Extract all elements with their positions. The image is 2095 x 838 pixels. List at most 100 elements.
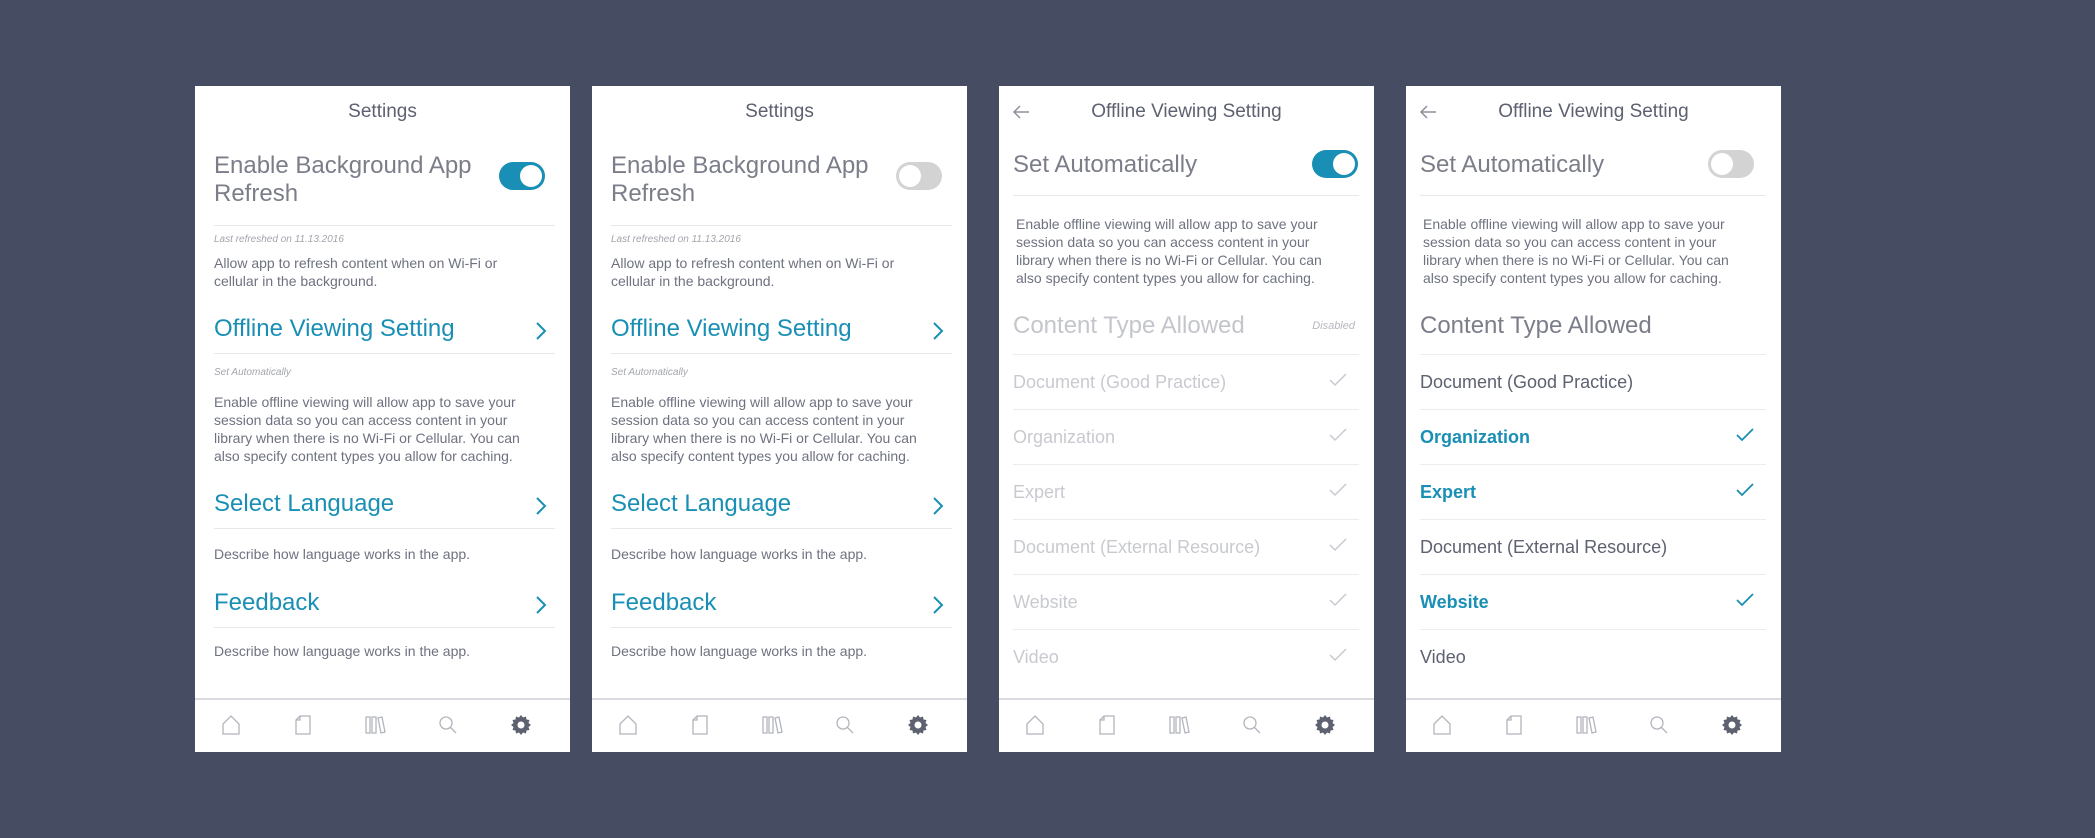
home-icon[interactable] — [1430, 713, 1454, 737]
background-refresh-label: Enable Background App Refresh — [611, 152, 869, 207]
content-type-label: Website — [1420, 592, 1489, 612]
divider — [611, 627, 952, 628]
set-automatically-label: Set Automatically — [1013, 151, 1198, 178]
checkmark-icon — [1329, 648, 1347, 662]
divider — [214, 353, 555, 354]
content-type-item[interactable]: Document (Good Practice) — [1420, 354, 1766, 409]
background-refresh-toggle[interactable] — [499, 162, 545, 190]
divider — [1420, 195, 1766, 196]
document-icon[interactable] — [1502, 713, 1526, 737]
content-type-label: Document (Good Practice) — [1013, 372, 1227, 392]
gear-icon[interactable] — [1313, 713, 1337, 737]
tab-bar — [592, 698, 967, 752]
content-type-list: Document (Good Practice) Organization Ex… — [1013, 354, 1359, 684]
background-refresh-description: Allow app to refresh content when on Wi-… — [611, 255, 895, 289]
library-icon[interactable] — [1574, 713, 1598, 737]
checkmark-icon — [1329, 373, 1347, 387]
select-language-link[interactable]: Select Language — [214, 484, 555, 528]
content-type-item[interactable]: Video — [1420, 629, 1766, 684]
checkmark-icon — [1329, 428, 1347, 442]
home-icon[interactable] — [616, 713, 640, 737]
content-type-label: Document (External Resource) — [1013, 537, 1261, 557]
page-title: Offline Viewing Setting — [1091, 101, 1282, 122]
divider — [1013, 195, 1359, 196]
search-icon[interactable] — [1240, 713, 1264, 737]
content-type-label: Expert — [1013, 482, 1066, 502]
offline-viewing-status-note: Set Automatically — [611, 367, 688, 378]
search-icon[interactable] — [833, 713, 857, 737]
document-icon[interactable] — [1095, 713, 1119, 737]
offline-viewing-setting-link[interactable]: Offline Viewing Setting — [214, 309, 555, 353]
chevron-right-icon — [933, 596, 944, 614]
gear-icon[interactable] — [906, 713, 930, 737]
content-type-list: Document (Good Practice) Organization Ex… — [1420, 354, 1766, 684]
content-type-label: Document (External Resource) — [1420, 537, 1668, 557]
content-type-item[interactable]: Video — [1013, 629, 1359, 684]
offline-viewing-setting-label: Offline Viewing Setting — [611, 315, 852, 342]
language-description: Describe how language works in the app. — [214, 546, 471, 562]
search-icon[interactable] — [1647, 713, 1671, 737]
language-description: Describe how language works in the app. — [611, 546, 868, 562]
checkmark-icon — [1329, 538, 1347, 552]
content-type-item[interactable]: Document (External Resource) — [1420, 519, 1766, 574]
offline-viewing-description: Enable offline viewing will allow app to… — [1016, 216, 1322, 286]
library-icon[interactable] — [363, 713, 387, 737]
divider — [214, 225, 555, 226]
offline-viewing-description: Enable offline viewing will allow app to… — [611, 394, 917, 464]
select-language-label: Select Language — [611, 490, 792, 517]
checkmark-icon — [1736, 428, 1754, 442]
offline-viewing-screen-auto-on: Offline Viewing Setting Set Automaticall… — [999, 86, 1374, 752]
toggle-knob — [1711, 153, 1733, 175]
feedback-description: Describe how language works in the app. — [214, 643, 471, 659]
feedback-link[interactable]: Feedback — [611, 583, 952, 627]
content-type-label: Organization — [1013, 427, 1116, 447]
content-type-header: Content Type Allowed — [1013, 312, 1245, 339]
offline-viewing-setting-link[interactable]: Offline Viewing Setting — [611, 309, 952, 353]
content-type-label: Website — [1013, 592, 1078, 612]
divider — [611, 225, 952, 226]
offline-viewing-description: Enable offline viewing will allow app to… — [1423, 216, 1729, 286]
feedback-label: Feedback — [611, 589, 717, 616]
offline-viewing-description: Enable offline viewing will allow app to… — [214, 394, 520, 464]
content-type-item[interactable]: Website — [1420, 574, 1766, 629]
gear-icon[interactable] — [509, 713, 533, 737]
content-type-item[interactable]: Organization — [1013, 409, 1359, 464]
content-type-label: Expert — [1420, 482, 1477, 502]
select-language-link[interactable]: Select Language — [611, 484, 952, 528]
checkmark-icon — [1736, 593, 1754, 607]
page-title: Settings — [348, 101, 417, 122]
content-type-item[interactable]: Website — [1013, 574, 1359, 629]
library-icon[interactable] — [1167, 713, 1191, 737]
document-icon[interactable] — [688, 713, 712, 737]
divider — [611, 528, 952, 529]
content-type-item[interactable]: Expert — [1013, 464, 1359, 519]
feedback-description: Describe how language works in the app. — [611, 643, 868, 659]
last-refreshed-note: Last refreshed on 11.13.2016 — [214, 234, 344, 245]
offline-viewing-screen-auto-off: Offline Viewing Setting Set Automaticall… — [1406, 86, 1781, 752]
divider — [611, 353, 952, 354]
set-automatically-label: Set Automatically — [1420, 151, 1605, 178]
background-refresh-description: Allow app to refresh content when on Wi-… — [214, 255, 498, 289]
feedback-link[interactable]: Feedback — [214, 583, 555, 627]
tab-bar — [999, 698, 1374, 752]
chevron-right-icon — [536, 596, 547, 614]
feedback-label: Feedback — [214, 589, 320, 616]
search-icon[interactable] — [436, 713, 460, 737]
document-icon[interactable] — [291, 713, 315, 737]
background-refresh-toggle[interactable] — [896, 162, 942, 190]
gear-icon[interactable] — [1720, 713, 1744, 737]
chevron-right-icon — [933, 322, 944, 340]
content-type-item[interactable]: Document (Good Practice) — [1013, 354, 1359, 409]
select-language-label: Select Language — [214, 490, 395, 517]
home-icon[interactable] — [1023, 713, 1047, 737]
set-automatically-toggle[interactable] — [1708, 150, 1754, 178]
content-type-item[interactable]: Document (External Resource) — [1013, 519, 1359, 574]
set-automatically-toggle[interactable] — [1312, 150, 1358, 178]
content-type-item[interactable]: Organization — [1420, 409, 1766, 464]
chevron-right-icon — [536, 497, 547, 515]
tab-bar — [195, 698, 570, 752]
content-type-label: Organization — [1420, 427, 1531, 447]
library-icon[interactable] — [760, 713, 784, 737]
content-type-item[interactable]: Expert — [1420, 464, 1766, 519]
home-icon[interactable] — [219, 713, 243, 737]
